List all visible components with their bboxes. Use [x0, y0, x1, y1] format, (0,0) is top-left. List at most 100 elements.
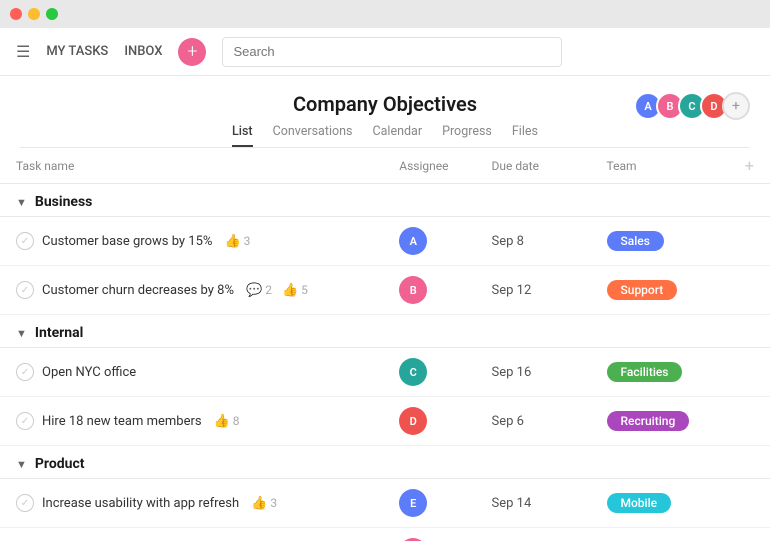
due-date-value: Sep 16: [492, 365, 532, 380]
assignee-avatar: C: [399, 358, 427, 386]
comment-icon: 💬: [246, 283, 262, 298]
task-text: Customer churn decreases by 8%: [42, 283, 234, 298]
add-button[interactable]: +: [178, 38, 206, 66]
page-header: Company Objectives ABCD+: [0, 76, 770, 116]
task-text: Open NYC office: [42, 365, 136, 380]
assignee-avatar: B: [399, 276, 427, 304]
team-badge[interactable]: Sales: [607, 231, 664, 251]
section-toggle-2[interactable]: ▼: [16, 458, 27, 471]
tab-files[interactable]: Files: [512, 124, 538, 147]
tl-green[interactable]: [46, 8, 58, 20]
task-name-cell: ✓ Hire 18 new team members 👍8: [16, 412, 367, 430]
meta-item: 👍8: [214, 414, 240, 429]
col-header-due: Due date: [476, 148, 591, 184]
app-shell: ☰ MY TASKS INBOX + Company Objectives AB…: [0, 28, 770, 541]
section-toggle-1[interactable]: ▼: [16, 327, 27, 340]
section-row-0[interactable]: ▼ Business: [0, 184, 770, 217]
section-toggle-0[interactable]: ▼: [16, 196, 27, 209]
meta-count: 8: [233, 414, 240, 428]
meta-count: 2: [265, 283, 272, 297]
tl-red[interactable]: [10, 8, 22, 20]
team-cell: Mobile: [591, 479, 729, 528]
tab-conversations[interactable]: Conversations: [273, 124, 353, 147]
check-icon[interactable]: ✓: [16, 412, 34, 430]
task-meta: 💬2 👍5: [246, 283, 308, 298]
assignee-avatar: E: [399, 489, 427, 517]
check-icon[interactable]: ✓: [16, 232, 34, 250]
tab-progress[interactable]: Progress: [442, 124, 492, 147]
like-icon: 👍: [214, 414, 230, 429]
section-label-2: Product: [35, 456, 85, 472]
task-text: Hire 18 new team members: [42, 414, 202, 429]
team-cell: Recruiting: [591, 397, 729, 446]
section-label-0: Business: [35, 194, 92, 210]
search-input[interactable]: [222, 37, 562, 67]
my-tasks-link[interactable]: MY TASKS: [46, 44, 108, 59]
team-cell: Facilities: [591, 348, 729, 397]
col-header-assignee: Assignee: [383, 148, 475, 184]
row-add-col: [729, 348, 770, 397]
page-title: Company Objectives: [293, 92, 477, 116]
section-row-1[interactable]: ▼ Internal: [0, 315, 770, 348]
team-cell: Platform: [591, 528, 729, 541]
tasks-table: Task name Assignee Due date Team + ▼ Busi…: [0, 148, 770, 541]
tab-calendar[interactable]: Calendar: [372, 124, 422, 147]
due-date-value: Sep 8: [492, 234, 524, 249]
meta-item: 💬2: [246, 283, 272, 298]
task-meta: 👍3: [251, 496, 277, 511]
due-date-cell: Sep 14: [476, 479, 591, 528]
row-add-col: [729, 479, 770, 528]
tl-yellow[interactable]: [28, 8, 40, 20]
check-icon[interactable]: ✓: [16, 363, 34, 381]
check-icon[interactable]: ✓: [16, 281, 34, 299]
due-date-cell: Sep 8: [476, 217, 591, 266]
assignee-cell: F: [383, 528, 475, 541]
row-add-col: [729, 217, 770, 266]
col-header-task: Task name: [0, 148, 383, 184]
check-icon[interactable]: ✓: [16, 494, 34, 512]
assignee-avatar: D: [399, 407, 427, 435]
row-add-col: [729, 397, 770, 446]
team-badge[interactable]: Facilities: [607, 362, 683, 382]
title-bar: [0, 0, 770, 28]
section-label-1: Internal: [35, 325, 83, 341]
avatar-group: ABCD+: [634, 92, 750, 120]
team-cell: Sales: [591, 217, 729, 266]
meta-count: 3: [270, 496, 277, 510]
col-header-add[interactable]: +: [729, 148, 770, 184]
inbox-link[interactable]: INBOX: [124, 44, 162, 59]
task-row: ✓ Customer base grows by 15% 👍3 ASep 8Sa…: [0, 217, 770, 266]
task-name-cell: ✓ Customer base grows by 15% 👍3: [16, 232, 367, 250]
like-icon: 👍: [251, 496, 267, 511]
team-cell: Support: [591, 266, 729, 315]
assignee-cell: C: [383, 348, 475, 397]
row-add-col: [729, 528, 770, 541]
due-date-value: Sep 6: [492, 414, 524, 429]
table-container: Task name Assignee Due date Team + ▼ Busi…: [0, 148, 770, 541]
add-avatar[interactable]: +: [722, 92, 750, 120]
meta-item: 👍5: [282, 283, 308, 298]
like-icon: 👍: [282, 283, 298, 298]
section-row-2[interactable]: ▼ Product: [0, 446, 770, 479]
task-row: ✓ Increase usability with app refresh 👍3…: [0, 479, 770, 528]
table-header-row: Task name Assignee Due date Team +: [0, 148, 770, 184]
meta-item: 👍3: [251, 496, 277, 511]
tabs-bar: List Conversations Calendar Progress Files: [20, 116, 750, 148]
assignee-avatar: A: [399, 227, 427, 255]
hamburger-icon[interactable]: ☰: [16, 42, 30, 61]
team-badge[interactable]: Support: [607, 280, 678, 300]
due-date-cell: Sep 12: [476, 266, 591, 315]
due-date-value: Sep 12: [492, 283, 532, 298]
top-nav: ☰ MY TASKS INBOX +: [0, 28, 770, 76]
team-badge[interactable]: Recruiting: [607, 411, 690, 431]
meta-item: 👍3: [224, 234, 250, 249]
task-name-cell: ✓ Increase usability with app refresh 👍3: [16, 494, 367, 512]
meta-count: 3: [244, 234, 251, 248]
nav-links: MY TASKS INBOX: [46, 44, 162, 59]
due-date-cell: Sep 6: [476, 397, 591, 446]
like-icon: 👍: [224, 234, 240, 249]
team-badge[interactable]: Mobile: [607, 493, 672, 513]
assignee-cell: A: [383, 217, 475, 266]
due-date-cell: Aug 30: [476, 528, 591, 541]
tab-list[interactable]: List: [232, 124, 253, 147]
